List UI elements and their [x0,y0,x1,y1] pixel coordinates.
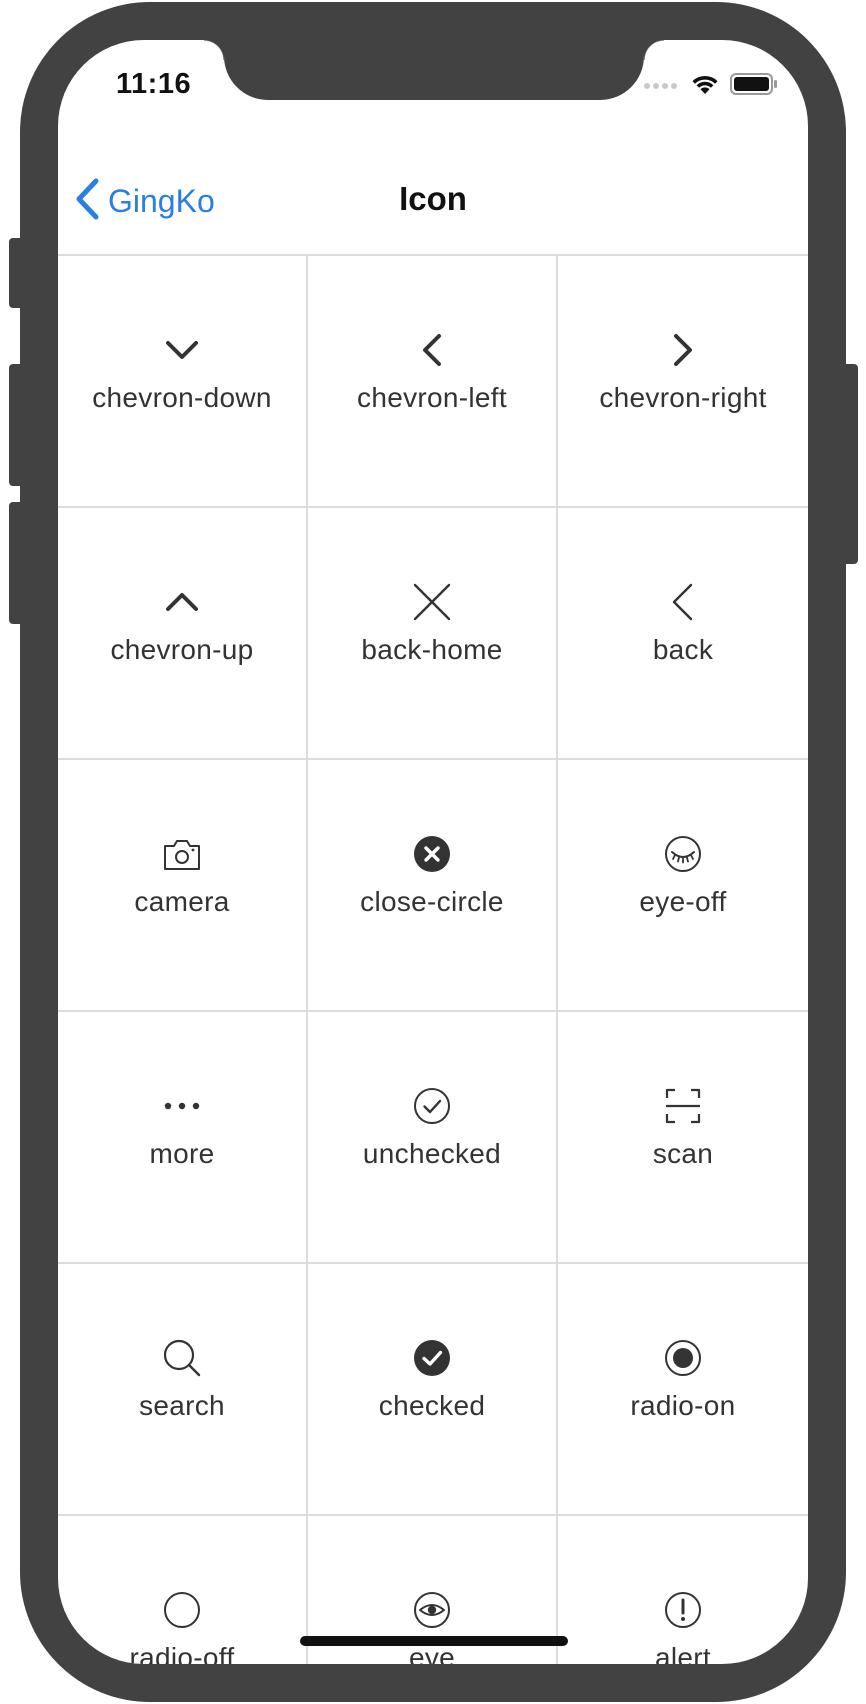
radio-on-icon [661,1336,705,1380]
icon-cell[interactable]: close-circle [308,760,558,1012]
notch [204,40,664,100]
icon-cell[interactable]: eye-off [558,760,808,1012]
icon-label: close-circle [360,886,504,917]
chevron-left-icon [410,328,454,372]
camera-icon [160,832,204,876]
icon-label: chevron-right [599,382,767,413]
chevron-down-icon [160,328,204,372]
navigation-bar: GingKo Icon [58,138,808,256]
wifi-icon [690,73,720,100]
icon-label: chevron-down [92,382,272,413]
icon-cell[interactable]: camera [58,760,308,1012]
eye-off-icon [661,832,705,876]
icon-label: checked [378,1390,486,1421]
icon-label: scan [652,1138,714,1169]
icon-cell[interactable]: chevron-up [58,508,308,760]
signal-icon [644,77,680,95]
icon-label: back-home [361,634,503,665]
icon-cell[interactable]: chevron-down [58,256,308,508]
icon-cell[interactable]: chevron-left [308,256,558,508]
icon-grid: chevron-down chevron-left chevron-right [58,256,808,1664]
icon-label: chevron-up [110,634,254,665]
icon-label: back [652,634,714,665]
icon-label: radio-off [129,1642,235,1664]
more-dots-icon [160,1084,204,1128]
icon-label: eye-off [639,886,727,917]
icon-cell[interactable]: alert [558,1516,808,1664]
icon-label: search [139,1390,225,1421]
close-circle-icon [410,832,454,876]
alert-icon [661,1588,705,1632]
radio-off-icon [160,1588,204,1632]
chevron-up-icon [160,580,204,624]
icon-cell[interactable]: radio-on [558,1264,808,1516]
icon-cell[interactable]: back [558,508,808,760]
icon-label: more [149,1138,215,1169]
icon-cell[interactable]: chevron-right [558,256,808,508]
icon-label: alert [655,1642,711,1664]
icon-cell[interactable]: unchecked [308,1012,558,1264]
icon-cell[interactable]: more [58,1012,308,1264]
close-x-icon [410,580,454,624]
icon-label: radio-on [630,1390,736,1421]
icon-cell[interactable]: checked [308,1264,558,1516]
home-indicator[interactable] [300,1636,568,1646]
chevron-right-icon [661,328,705,372]
icon-label: unchecked [362,1138,502,1169]
status-icons [644,72,778,100]
icon-cell[interactable]: back-home [308,508,558,760]
battery-icon [730,72,778,100]
icon-label: camera [134,886,230,917]
icon-cell[interactable]: scan [558,1012,808,1264]
icon-label: chevron-left [357,382,507,413]
device-mockup: 11:16 GingKo Icon chevron-down chevron-l… [0,0,866,1704]
search-icon [160,1336,204,1380]
back-icon [661,580,705,624]
check-outline-icon [410,1084,454,1128]
check-filled-icon [410,1336,454,1380]
scan-icon [661,1084,705,1128]
icon-cell[interactable]: search [58,1264,308,1516]
status-time: 11:16 [116,68,192,100]
phone-screen: 11:16 GingKo Icon chevron-down chevron-l… [58,40,808,1664]
eye-icon [410,1588,454,1632]
icon-cell[interactable]: radio-off [58,1516,308,1664]
page-title: Icon [399,180,467,217]
